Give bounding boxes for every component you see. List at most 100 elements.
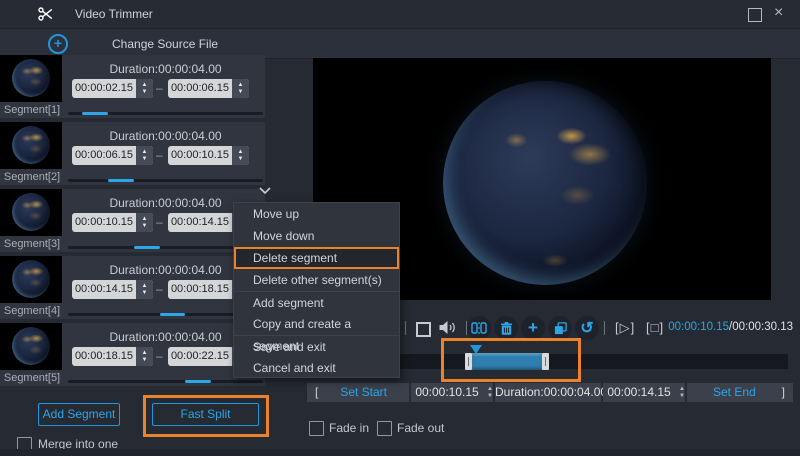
segment-start-input[interactable]: 00:00:06.15 ▲▼ — [72, 146, 153, 165]
menu-item-cancel-and-exit[interactable]: Cancel and exit — [234, 357, 399, 379]
earth-thumbnail-image — [12, 193, 50, 231]
segment-thumbnail[interactable] — [0, 189, 62, 236]
split-icon — [471, 321, 487, 335]
trim-start-time-input[interactable]: 00:00:10.15 ▲▼ — [411, 383, 493, 402]
earth-thumbnail-image — [12, 260, 50, 298]
change-source-file-button[interactable]: Change Source File — [112, 37, 218, 51]
segment-position-slider[interactable] — [68, 179, 263, 182]
current-time: 00:00:10.15 — [668, 321, 729, 333]
range-dash: – — [156, 282, 163, 296]
plus-circle-icon[interactable]: + — [48, 34, 68, 54]
slider-fill — [134, 246, 160, 249]
segment-end-input[interactable]: 00:00:10.15 ▲▼ — [168, 146, 249, 165]
undo-icon: ↺ — [580, 318, 593, 338]
plus-icon: + — [528, 318, 538, 338]
set-end-button[interactable]: Set End ] — [687, 383, 793, 402]
add-segment-circle-button[interactable]: + — [521, 316, 545, 340]
video-trimmer-window: Video Trimmer × + Change Source File Seg… — [0, 0, 800, 456]
fade-in-label: Fade in — [329, 421, 369, 435]
timeline-highlight — [441, 338, 581, 382]
menu-item-move-up[interactable]: Move up — [234, 203, 399, 225]
spin-up-icon[interactable]: ▲ — [142, 149, 148, 156]
trim-end-time-input[interactable]: 00:00:14.15 ▲▼ — [603, 383, 685, 402]
spin-down-icon[interactable]: ▼ — [238, 156, 244, 163]
segment-start-input[interactable]: 00:00:14.15 ▲▼ — [72, 280, 153, 299]
segment-duration: Duration:00:00:04.00 — [68, 62, 263, 76]
segment-duration: Duration:00:00:04.00 — [68, 129, 263, 143]
time-spinner[interactable]: ▲▼ — [232, 79, 249, 98]
segment-row-1: Segment[1] Duration:00:00:04.00 00:00:02… — [0, 55, 265, 118]
slider-fill — [185, 380, 211, 383]
maximize-button[interactable] — [748, 8, 762, 22]
chevron-down-icon[interactable] — [258, 186, 272, 195]
segment-end-input[interactable]: 00:00:06.15 ▲▼ — [168, 79, 249, 98]
trash-icon — [499, 321, 514, 336]
segment-label: Segment[3] — [0, 238, 64, 250]
speaker-icon[interactable] — [438, 320, 458, 335]
spin-up-icon: ▲ — [487, 386, 493, 393]
range-dash: – — [156, 148, 163, 162]
title-bar: Video Trimmer × — [0, 0, 800, 29]
controls-divider — [405, 321, 406, 335]
fade-out-checkbox[interactable] — [377, 421, 392, 436]
time-spinner[interactable]: ▲▼ — [136, 347, 153, 366]
play-segment-button[interactable]: [▷] — [615, 320, 635, 336]
range-dash: – — [156, 349, 163, 363]
spin-down-icon[interactable]: ▼ — [142, 357, 148, 364]
copy-segment-button[interactable] — [548, 316, 572, 340]
trim-duration: Duration:00:00:04.00 — [495, 383, 601, 402]
delete-segment-button[interactable] — [494, 316, 518, 340]
time-spinner[interactable]: ▲▼ — [487, 386, 493, 400]
spin-down-icon[interactable]: ▼ — [142, 89, 148, 96]
spin-down-icon[interactable]: ▼ — [142, 156, 148, 163]
segment-position-slider[interactable] — [68, 112, 263, 115]
segment-start-input[interactable]: 00:00:02.15 ▲▼ — [72, 79, 153, 98]
spin-down-icon[interactable]: ▼ — [142, 290, 148, 297]
segment-row-5: Segment[5] Duration:00:00:04.00 00:00:18… — [0, 323, 265, 386]
spin-up-icon[interactable]: ▲ — [142, 283, 148, 290]
menu-item-delete-segment[interactable]: Delete segment — [234, 247, 399, 269]
window-title: Video Trimmer — [75, 7, 153, 21]
reset-button[interactable]: ↺ — [575, 316, 599, 340]
spin-down-icon: ▼ — [487, 393, 493, 400]
menu-item-add-segment[interactable]: Add segment — [234, 291, 399, 313]
segment-start-input[interactable]: 00:00:18.15 ▲▼ — [72, 347, 153, 366]
add-segment-button[interactable]: Add Segment — [38, 403, 120, 426]
time-spinner[interactable]: ▲▼ — [136, 79, 153, 98]
segment-thumbnail[interactable] — [0, 256, 62, 303]
earth-video-frame — [443, 81, 647, 285]
spin-down-icon[interactable]: ▼ — [142, 223, 148, 230]
controls-divider — [604, 321, 605, 335]
menu-item-move-down[interactable]: Move down — [234, 225, 399, 247]
spin-up-icon[interactable]: ▲ — [142, 350, 148, 357]
time-spinner[interactable]: ▲▼ — [136, 280, 153, 299]
menu-item-save-and-exit[interactable]: Save and exit — [234, 335, 399, 357]
split-segment-button[interactable] — [467, 316, 491, 340]
segment-thumbnail[interactable] — [0, 55, 62, 102]
time-spinner[interactable]: ▲▼ — [679, 386, 685, 400]
segment-position-slider[interactable] — [68, 380, 263, 383]
time-spinner[interactable]: ▲▼ — [136, 213, 153, 232]
segment-start-input[interactable]: 00:00:10.15 ▲▼ — [72, 213, 153, 232]
spin-up-icon[interactable]: ▲ — [238, 149, 244, 156]
slider-fill — [160, 313, 186, 316]
segment-row-4: Segment[4] Duration:00:00:04.00 00:00:14… — [0, 256, 265, 319]
set-start-button[interactable]: [ Set Start — [307, 383, 409, 402]
time-spinner[interactable]: ▲▼ — [136, 146, 153, 165]
spin-up-icon[interactable]: ▲ — [142, 216, 148, 223]
stop-segment-button[interactable]: [□] — [646, 320, 664, 335]
fade-in-checkbox[interactable] — [309, 421, 324, 436]
time-spinner[interactable]: ▲▼ — [232, 146, 249, 165]
segment-thumbnail[interactable] — [0, 122, 62, 169]
segment-label: Segment[4] — [0, 305, 64, 317]
menu-item-copy-and-create-segment[interactable]: Copy and create a segment — [234, 313, 399, 335]
stop-button[interactable] — [416, 322, 431, 337]
segment-row-3: Segment[3] Duration:00:00:04.00 00:00:10… — [0, 189, 265, 252]
menu-item-delete-other-segments[interactable]: Delete other segment(s) — [234, 269, 399, 291]
segment-thumbnail[interactable] — [0, 323, 62, 370]
spin-up-icon[interactable]: ▲ — [238, 82, 244, 89]
close-button[interactable]: × — [774, 3, 783, 23]
spin-down-icon[interactable]: ▼ — [238, 89, 244, 96]
spin-up-icon: ▲ — [679, 386, 685, 393]
spin-up-icon[interactable]: ▲ — [142, 82, 148, 89]
